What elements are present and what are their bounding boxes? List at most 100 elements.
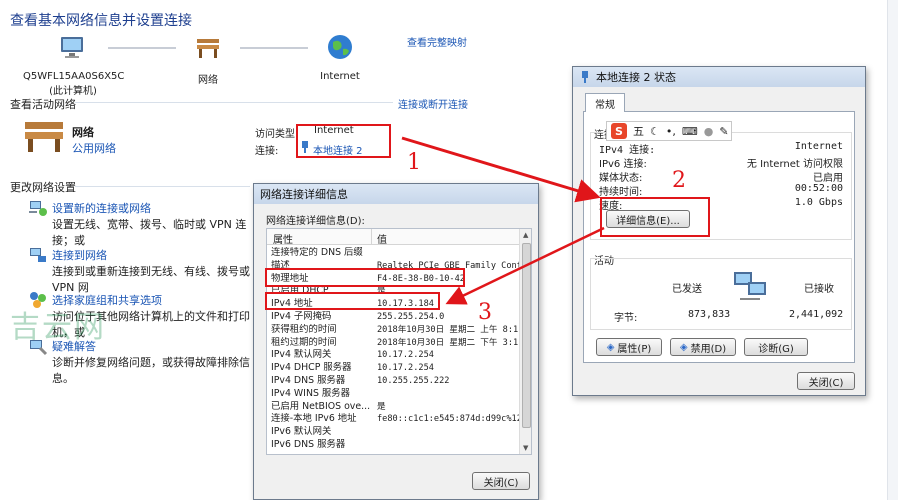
status-dialog-title: 本地连接 2 状态 (596, 71, 676, 84)
kv-row: IPv6 连接: 无 Internet 访问权限 (599, 159, 843, 170)
table-row[interactable]: IPv4 DNS 服务器 10.255.255.222 (267, 375, 519, 387)
scrollbar-thumb[interactable] (522, 243, 531, 428)
table-row[interactable]: 已启用 DHCP 是 (267, 285, 519, 297)
public-network-link[interactable]: 公用网络 (72, 140, 116, 156)
table-row[interactable]: 连接-本地 IPv6 地址 fe80::c1c1:e545:874d:d99c%1… (267, 413, 519, 425)
row-value: 是 (377, 286, 386, 297)
connect-disconnect-link[interactable]: 连接或断开连接 (398, 96, 468, 111)
task-desc: 设置无线、宽带、拨号、临时或 VPN 连接；或 (52, 218, 247, 247)
table-row[interactable]: 已启用 NetBIOS ove... 是 (267, 401, 519, 413)
row-value: F4-8E-38-B0-10-42 (377, 273, 465, 284)
row-value: 10.17.2.254 (377, 350, 434, 361)
bench-icon (197, 39, 219, 58)
moon-icon[interactable]: ☾ (650, 125, 660, 138)
access-type-value: Internet (314, 125, 354, 136)
annotation-number-3: 3 (478, 300, 492, 325)
view-full-map-link[interactable]: 查看完整映射 (407, 34, 467, 49)
connect-network-icon (30, 248, 46, 262)
table-row[interactable]: IPv4 默认网关 10.17.2.254 (267, 349, 519, 361)
sogou-logo-icon[interactable]: S (611, 123, 627, 139)
details-dialog: 网络连接详细信息 网络连接详细信息(D): 属性 值 连接特定的 DNS 后缀描… (253, 183, 539, 500)
page-title: 查看基本网络信息并设置连接 (10, 13, 192, 29)
tab-general[interactable]: 常规 (585, 93, 625, 112)
details-scrollbar[interactable]: ▲ ▼ (519, 229, 531, 454)
user-icon[interactable]: ● (704, 125, 714, 138)
table-row[interactable]: 物理地址 F4-8E-38-B0-10-42 (267, 273, 519, 285)
annotation-number-2: 2 (672, 168, 686, 193)
row-value: 2018年10月30日 星期二 下午 3:1 (377, 337, 519, 348)
row-value: fe80::c1c1:e545:874d:d99c%12 (377, 414, 519, 425)
local-connection-2-link[interactable]: 本地连接 2 (313, 142, 363, 157)
row-value: 10.17.2.254 (377, 363, 434, 374)
kv-row: IPv4 连接: Internet (599, 141, 843, 156)
shield-icon: ◈ (606, 341, 615, 353)
globe-icon (328, 35, 352, 59)
ime-mode[interactable]: 五 (633, 123, 644, 139)
ethernet-icon (582, 71, 588, 83)
details-dialog-titlebar[interactable]: 网络连接详细信息 (254, 184, 538, 204)
access-type-label: 访问类型: (255, 129, 299, 140)
row-property: IPv6 DNS 服务器 (271, 439, 346, 450)
row-value: 10.255.255.222 (377, 376, 450, 386)
table-row[interactable]: 连接特定的 DNS 后缀 (267, 247, 519, 259)
row-property: 描述 (271, 259, 290, 271)
table-row[interactable]: IPv6 DNS 服务器 (267, 439, 519, 451)
row-property: 连接特定的 DNS 后缀 (271, 247, 363, 258)
row-property: 连接-本地 IPv6 地址 (271, 413, 357, 425)
table-row[interactable]: 描述 Realtek PCIe GBE Family Contro (267, 260, 519, 272)
diagnose-button[interactable]: 诊断(G) (744, 338, 808, 356)
disable-button[interactable]: ◈ 禁用(D) (670, 338, 736, 356)
row-property: IPv4 地址 (271, 298, 313, 310)
internet-node: Internet (290, 32, 390, 82)
table-row[interactable]: IPv4 WINS 服务器 (267, 388, 519, 400)
kv-row: 持续时间: 00:52:00 (599, 183, 843, 198)
table-row[interactable]: 租约过期的时间 2018年10月30日 星期二 下午 3:1 (267, 337, 519, 349)
network-node: 网络 (158, 34, 258, 86)
table-row[interactable]: 获得租约的时间 2018年10月30日 星期二 上午 8:1 (267, 324, 519, 336)
computer-sub: (此计算机) (49, 86, 97, 97)
details-close-button[interactable]: 关闭(C) (472, 472, 530, 490)
row-value: 是 (377, 401, 386, 412)
watermark: 吉云网 (10, 310, 106, 345)
row-property: IPv6 默认网关 (271, 426, 332, 438)
row-property: IPv4 子网掩码 (271, 311, 332, 322)
status-close-button[interactable]: 关闭(C) (797, 372, 855, 390)
task-setup-connection[interactable]: 设置新的连接或网络 设置无线、宽带、拨号、临时或 VPN 连接；或 (28, 198, 258, 247)
table-header: 属性 值 (267, 229, 519, 246)
bytes-received: 2,441,092 (789, 309, 844, 320)
col-value[interactable]: 值 (377, 231, 387, 246)
task-title[interactable]: 设置新的连接或网络 (52, 200, 258, 216)
change-settings-heading: 更改网络设置 (10, 181, 76, 194)
col-divider (371, 229, 372, 245)
scroll-down-icon[interactable]: ▼ (523, 444, 528, 452)
tab-panel: 连接 IPv4 连接: Internet IPv6 连接: 无 Internet 访… (583, 111, 855, 363)
ethernet-icon (302, 141, 308, 153)
row-property: IPv4 DNS 服务器 (271, 375, 346, 386)
task-title[interactable]: 连接到网络 (52, 247, 258, 263)
details-table: 属性 值 连接特定的 DNS 后缀 描述 Realtek PCIe GBE Fami… (266, 228, 532, 455)
scroll-up-icon[interactable]: ▲ (523, 231, 528, 239)
table-row[interactable]: IPv4 DHCP 服务器 10.17.2.254 (267, 362, 519, 374)
row-property: 已启用 DHCP (271, 285, 329, 297)
bytes-sent: 873,833 (688, 309, 731, 320)
details-label: 网络连接详细信息(D): (266, 216, 365, 227)
kv-row: 速度: 1.0 Gbps (599, 197, 843, 212)
status-dialog-titlebar[interactable]: 本地连接 2 状态 (573, 67, 865, 87)
row-value: Realtek PCIe GBE Family Contro (377, 260, 519, 271)
details-button[interactable]: 详细信息(E)... (606, 210, 690, 228)
wrench-icon[interactable]: ✎ (719, 125, 728, 138)
table-row[interactable]: IPv6 默认网关 (267, 426, 519, 438)
received-label: 已接收 (804, 284, 834, 295)
active-networks-heading: 查看活动网络 (10, 98, 76, 111)
network-activity-icon (734, 272, 766, 300)
divider (75, 186, 250, 187)
scrollbar[interactable] (887, 0, 898, 500)
status-dialog: 本地连接 2 状态 常规 连接 IPv4 连接: Internet IPv6 连接… (572, 66, 866, 396)
properties-button[interactable]: ◈ 属性(P) (596, 338, 662, 356)
col-property[interactable]: 属性 (273, 231, 293, 246)
keyboard-icon[interactable]: ⌨ (682, 125, 698, 138)
task-connect-network[interactable]: 连接到网络 连接到或重新连接到无线、有线、拨号或 VPN 网 (28, 245, 258, 294)
ime-toolbar[interactable]: S 五 ☾ •, ⌨ ● ✎ (606, 121, 732, 141)
punctuation-icon[interactable]: •, (666, 125, 676, 138)
annotation-number-1: 1 (407, 150, 421, 175)
